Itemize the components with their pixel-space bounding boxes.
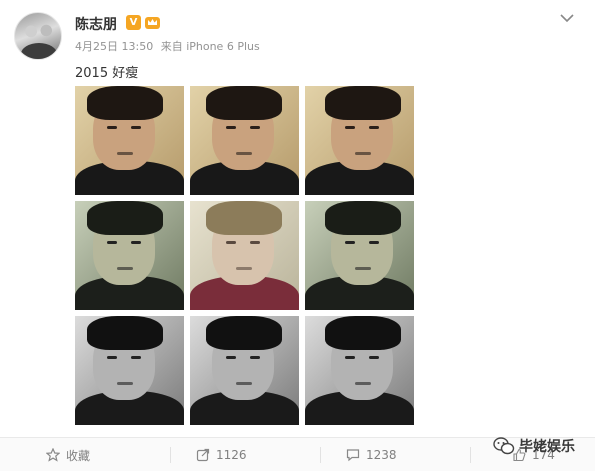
post-source: 来自 iPhone 6 Plus bbox=[160, 40, 260, 53]
author-avatar[interactable] bbox=[14, 12, 62, 60]
photo-thumbnail[interactable] bbox=[75, 201, 184, 310]
photo-thumbnail[interactable] bbox=[190, 316, 299, 425]
repost-count: 1126 bbox=[216, 448, 247, 462]
star-icon bbox=[46, 448, 60, 462]
post-meta: 4月25日 13:50 来自 iPhone 6 Plus bbox=[75, 38, 264, 54]
favorite-label: 收藏 bbox=[66, 448, 91, 463]
crown-badge-icon bbox=[144, 14, 161, 30]
repost-button[interactable]: 1126 bbox=[196, 438, 247, 471]
photo-thumbnail[interactable] bbox=[305, 201, 414, 310]
post-date[interactable]: 4月25日 13:50 bbox=[75, 40, 153, 53]
comment-count: 1238 bbox=[366, 448, 397, 462]
divider bbox=[320, 447, 321, 463]
repost-icon bbox=[196, 448, 210, 462]
divider bbox=[170, 447, 171, 463]
photo-thumbnail[interactable] bbox=[75, 316, 184, 425]
photo-thumbnail[interactable] bbox=[190, 201, 299, 310]
photo-thumbnail[interactable] bbox=[75, 86, 184, 195]
post-text: 2015 好瘦 bbox=[75, 66, 139, 81]
photo-thumbnail[interactable] bbox=[305, 316, 414, 425]
favorite-button[interactable]: 收藏 bbox=[46, 438, 90, 471]
comment-button[interactable]: 1238 bbox=[346, 438, 397, 471]
comment-icon bbox=[346, 449, 360, 462]
photo-thumbnail[interactable] bbox=[305, 86, 414, 195]
wechat-logo-icon bbox=[493, 437, 515, 455]
watermark-text: 毕姥娱乐 bbox=[519, 439, 575, 455]
divider bbox=[470, 447, 471, 463]
photo-thumbnail[interactable] bbox=[190, 86, 299, 195]
verified-badge-icon: V bbox=[126, 15, 141, 30]
weibo-post-card: 陈志朋 V 4月25日 13:50 来自 iPhone 6 Plus 2015 … bbox=[0, 0, 595, 471]
chevron-down-icon[interactable] bbox=[559, 10, 575, 24]
author-name[interactable]: 陈志朋 bbox=[75, 14, 117, 34]
watermark: 毕姥娱乐 bbox=[493, 436, 575, 456]
